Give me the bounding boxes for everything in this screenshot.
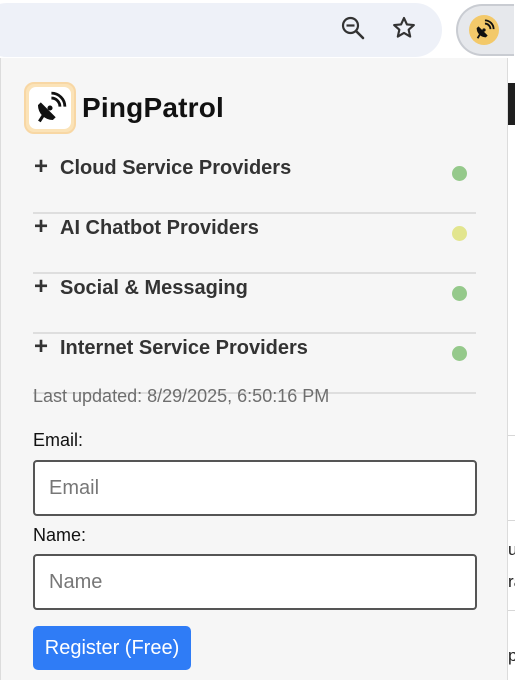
provider-group-ai-chatbot[interactable]: + AI Chatbot Providers xyxy=(33,214,476,274)
expand-icon[interactable]: + xyxy=(34,334,48,360)
name-label: Name: xyxy=(33,525,87,545)
background-text-fragment: ur xyxy=(508,540,515,559)
satellite-dish-icon xyxy=(469,15,499,45)
last-updated-text: Last updated: 8/29/2025, 6:50:16 PM xyxy=(33,386,330,406)
expand-icon[interactable]: + xyxy=(34,154,48,180)
email-field[interactable] xyxy=(33,460,477,516)
register-button[interactable]: Register (Free) xyxy=(33,626,191,670)
provider-group-social-messaging[interactable]: + Social & Messaging xyxy=(33,274,476,334)
background-dark-block xyxy=(508,83,515,125)
background-text-fragment: ra xyxy=(508,572,515,591)
provider-group-label[interactable]: Cloud Service Providers xyxy=(60,157,291,180)
extension-button[interactable] xyxy=(456,4,514,56)
app-title: PingPatrol xyxy=(82,92,225,123)
email-label: Email: xyxy=(33,430,84,450)
status-dot xyxy=(452,226,467,241)
zoom-out-icon[interactable] xyxy=(338,13,368,43)
status-dot xyxy=(452,346,467,361)
name-field[interactable] xyxy=(33,554,477,610)
satellite-dish-icon xyxy=(29,87,71,129)
background-divider xyxy=(508,435,515,436)
app-logo xyxy=(24,82,76,134)
provider-group-label[interactable]: AI Chatbot Providers xyxy=(60,217,259,240)
expand-icon[interactable]: + xyxy=(34,274,48,300)
background-divider xyxy=(508,610,515,611)
popup-header: PingPatrol xyxy=(24,82,224,134)
background-divider xyxy=(508,520,515,521)
status-dot xyxy=(452,166,467,181)
star-icon[interactable] xyxy=(389,13,419,43)
provider-group-label[interactable]: Social & Messaging xyxy=(60,277,248,300)
background-text-fragment: p xyxy=(508,646,515,665)
browser-toolbar xyxy=(0,0,515,60)
address-bar[interactable] xyxy=(0,3,442,57)
provider-group-label[interactable]: Internet Service Providers xyxy=(60,337,308,360)
provider-group-cloud[interactable]: + Cloud Service Providers xyxy=(33,154,476,214)
status-dot xyxy=(452,286,467,301)
expand-icon[interactable]: + xyxy=(34,214,48,240)
provider-group-isp[interactable]: + Internet Service Providers xyxy=(33,334,476,394)
